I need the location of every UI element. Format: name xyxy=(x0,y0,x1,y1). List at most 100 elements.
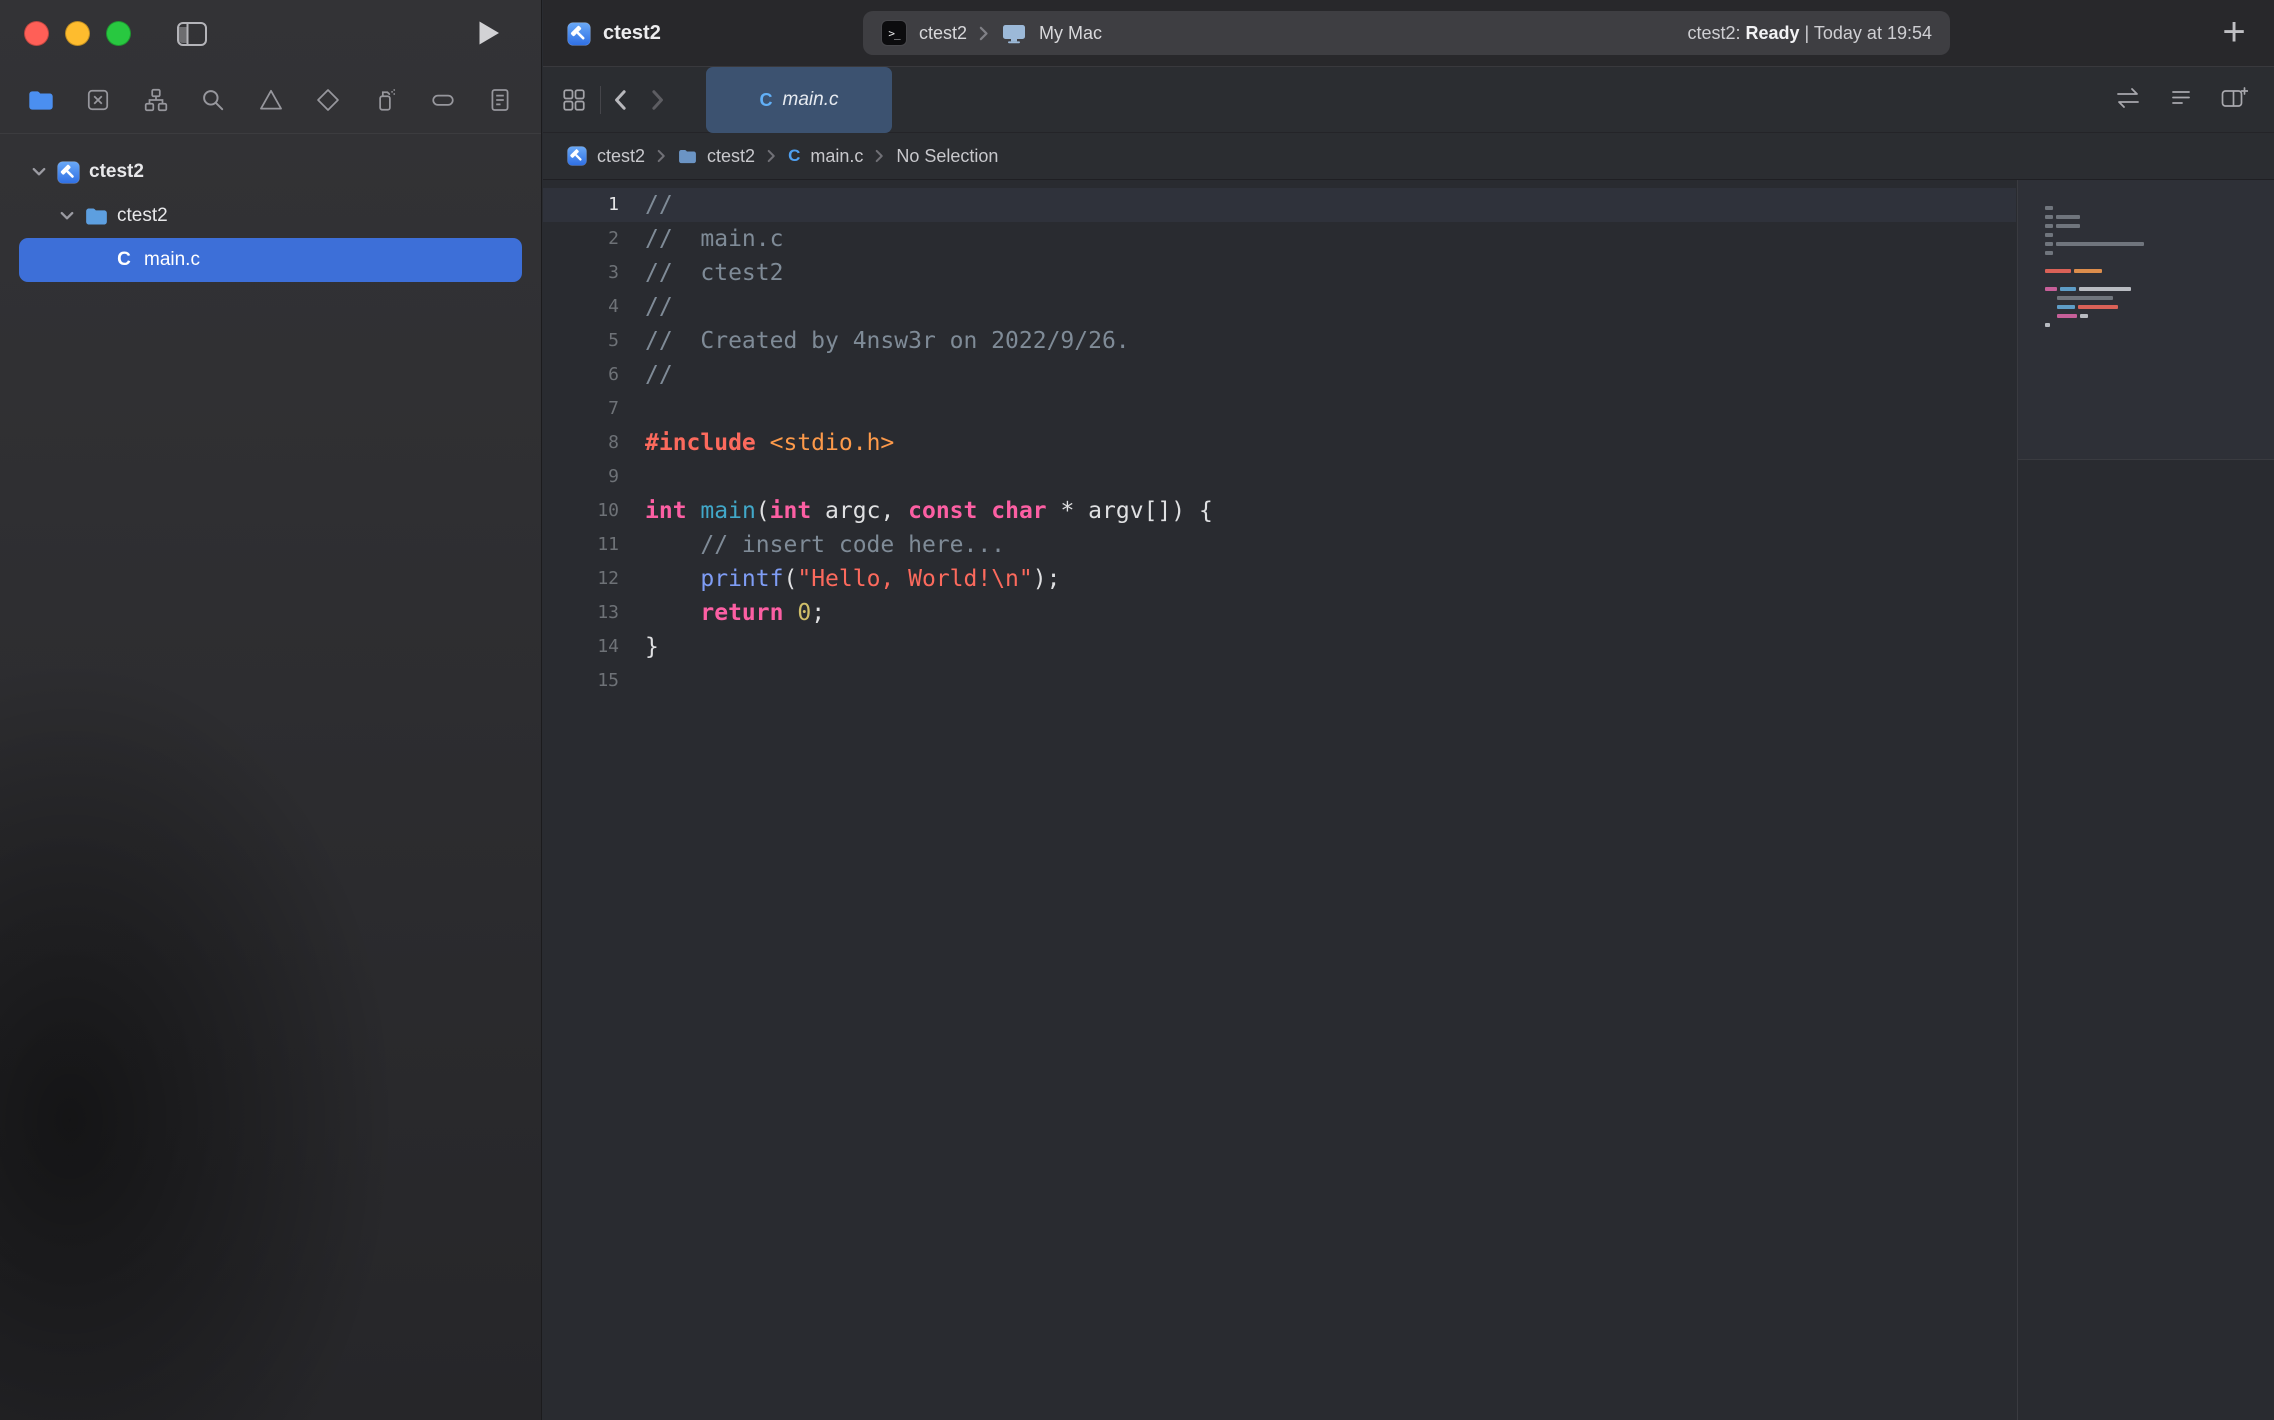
navigator-tab-bar xyxy=(0,67,541,134)
line-number: 14 xyxy=(543,630,619,664)
warning-triangle-icon xyxy=(258,87,284,113)
line-number: 8 xyxy=(543,426,619,460)
code-text: int main(int argc, const char * argv[]) … xyxy=(645,494,1213,528)
code-review-button[interactable] xyxy=(2114,86,2142,115)
sidebar-toggle-button[interactable] xyxy=(177,21,207,47)
line-number: 15 xyxy=(543,664,619,698)
line-number: 12 xyxy=(543,562,619,596)
sidebar-toolbar xyxy=(0,0,541,67)
traffic-lights xyxy=(24,21,131,46)
zoom-icon[interactable] xyxy=(106,21,131,46)
code-text: } xyxy=(645,630,659,664)
capsule-icon xyxy=(430,87,456,113)
code-line[interactable]: 12 printf("Hello, World!\n"); xyxy=(543,562,2016,596)
run-button[interactable] xyxy=(478,20,500,51)
code-text: // Created by 4nsw3r on 2022/9/26. xyxy=(645,324,1130,358)
code-line[interactable]: 3// ctest2 xyxy=(543,256,2016,290)
line-number: 3 xyxy=(543,256,619,290)
code-text: return 0; xyxy=(645,596,825,630)
symbol-navigator-tab[interactable] xyxy=(141,85,171,115)
code-line[interactable]: 8#include <stdio.h> xyxy=(543,426,2016,460)
project-navigator-tab[interactable] xyxy=(26,85,56,115)
test-navigator-tab[interactable] xyxy=(313,85,343,115)
forward-button[interactable] xyxy=(651,89,665,111)
line-number: 2 xyxy=(543,222,619,256)
disclosure-chevron-icon[interactable] xyxy=(60,211,74,221)
swap-arrows-icon xyxy=(2114,86,2142,110)
minimap-content xyxy=(2018,180,2274,460)
source-control-navigator-tab[interactable] xyxy=(83,85,113,115)
chevron-right-icon xyxy=(657,149,666,163)
library-add-button[interactable]: + xyxy=(2220,10,2248,54)
scheme-status-pill[interactable]: >_ ctest2 My Mac ctest2: Ready | Tod xyxy=(863,11,1950,55)
code-line[interactable]: 10int main(int argc, const char * argv[]… xyxy=(543,494,2016,528)
activity-status[interactable]: ctest2: Ready | Today at 19:54 xyxy=(1687,23,1932,44)
folder-icon xyxy=(678,149,697,164)
code-line[interactable]: 5 // Created by 4nsw3r on 2022/9/26. xyxy=(543,324,2016,358)
play-icon xyxy=(478,20,500,46)
line-number: 9 xyxy=(543,460,619,494)
editor-options-button[interactable] xyxy=(2168,86,2194,115)
code-line[interactable]: 4// xyxy=(543,290,2016,324)
debug-navigator-tab[interactable] xyxy=(370,85,400,115)
jump-bar: ctest2 ctest2 C main.c No Selection xyxy=(543,133,2274,180)
add-editor-button[interactable] xyxy=(2220,86,2248,115)
code-line[interactable]: 15 xyxy=(543,664,2016,698)
line-number: 1 xyxy=(543,188,619,222)
line-number: 4 xyxy=(543,290,619,324)
c-file-icon: C xyxy=(113,249,135,271)
status-project: ctest2: xyxy=(1687,23,1740,43)
line-number: 5 xyxy=(543,324,619,358)
tree-row-project[interactable]: ctest2 xyxy=(19,150,522,194)
tab-label: main.c xyxy=(783,89,839,111)
disclosure-chevron-icon[interactable] xyxy=(32,167,46,177)
chevron-right-icon xyxy=(651,89,665,111)
code-text: // xyxy=(645,188,673,222)
source-editor[interactable]: 1//2// main.c3// ctest24//5// Created by… xyxy=(543,180,2274,1420)
breadcrumb-selection[interactable]: No Selection xyxy=(896,146,998,167)
minimize-icon[interactable] xyxy=(65,21,90,46)
report-navigator-tab[interactable] xyxy=(485,85,515,115)
find-navigator-tab[interactable] xyxy=(198,85,228,115)
back-button[interactable] xyxy=(613,89,627,111)
chevron-right-icon xyxy=(767,149,776,163)
code-line[interactable]: 13 return 0; xyxy=(543,596,2016,630)
chevron-right-icon xyxy=(979,26,989,41)
c-file-icon: C xyxy=(760,90,773,111)
tree-row-file-main-c[interactable]: C main.c xyxy=(19,238,522,282)
breadcrumb-group[interactable]: ctest2 xyxy=(707,146,755,167)
chevron-left-icon xyxy=(613,89,627,111)
line-number: 6 xyxy=(543,358,619,392)
breakpoint-navigator-tab[interactable] xyxy=(428,85,458,115)
close-icon[interactable] xyxy=(24,21,49,46)
divider xyxy=(600,86,601,114)
minimap[interactable] xyxy=(2017,180,2274,1420)
code-line[interactable]: 11 // insert code here... xyxy=(543,528,2016,562)
scheme-selector[interactable]: >_ ctest2 My Mac xyxy=(881,20,1102,46)
status-state: Ready xyxy=(1746,23,1800,43)
code-line[interactable]: 14} xyxy=(543,630,2016,664)
editor-controls xyxy=(2114,67,2248,133)
code-text: // xyxy=(645,358,673,392)
code-line[interactable]: 1 // xyxy=(543,188,2016,222)
code-line[interactable]: 6 // xyxy=(543,358,2016,392)
line-number: 13 xyxy=(543,596,619,630)
breadcrumb-project[interactable]: ctest2 xyxy=(597,146,645,167)
xcode-project-icon xyxy=(567,22,591,46)
chevron-right-icon xyxy=(875,149,884,163)
scheme-destination-label: My Mac xyxy=(1039,23,1102,44)
code-line[interactable]: 7 xyxy=(543,392,2016,426)
code-line[interactable]: 9 xyxy=(543,460,2016,494)
window-title: ctest2 xyxy=(603,22,661,45)
breadcrumb-file[interactable]: main.c xyxy=(810,146,863,167)
tree-row-group[interactable]: ctest2 xyxy=(19,194,522,238)
spray-can-icon xyxy=(372,87,398,113)
issue-navigator-tab[interactable] xyxy=(256,85,286,115)
tree-label: ctest2 xyxy=(89,161,144,183)
tab-main-c[interactable]: C main.c xyxy=(706,67,892,133)
tree-label: main.c xyxy=(144,249,200,271)
tree-label: ctest2 xyxy=(117,205,168,227)
display-icon xyxy=(1001,22,1027,44)
code-line[interactable]: 2// main.c xyxy=(543,222,2016,256)
related-items-button[interactable] xyxy=(561,87,587,113)
